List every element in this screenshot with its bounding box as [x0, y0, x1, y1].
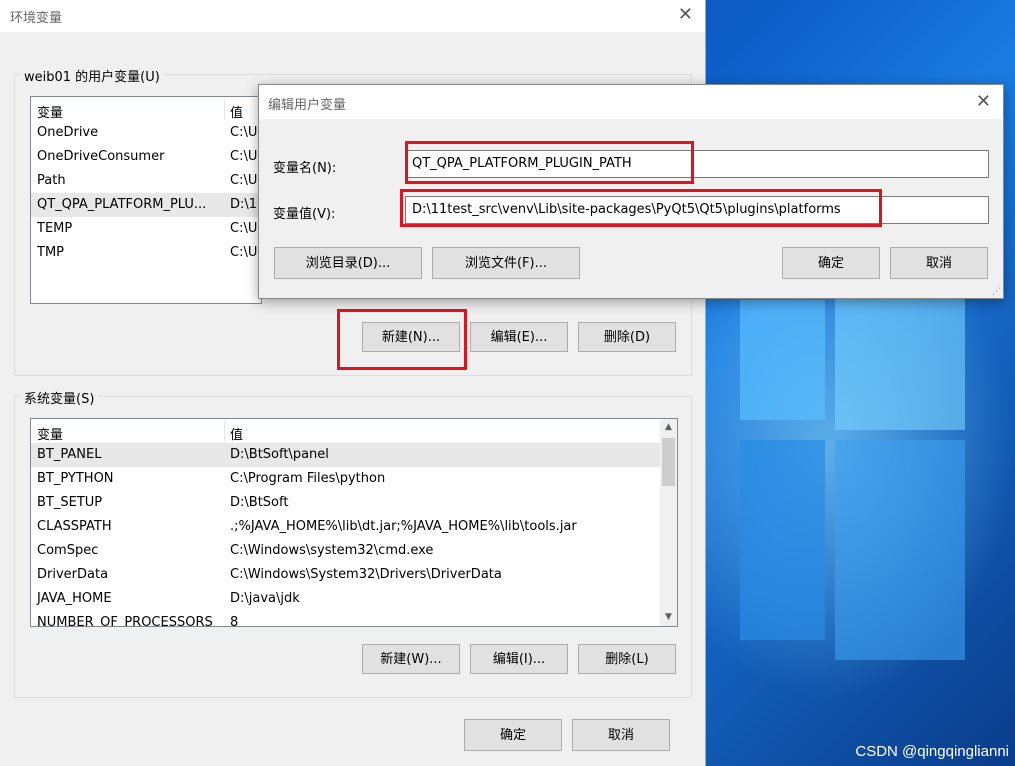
list-row[interactable]: OneDriveConsumer C:\U [31, 145, 261, 169]
variable-value: C:\U [230, 245, 258, 260]
variable-value: .;%JAVA_HOME%\lib\dt.jar;%JAVA_HOME%\lib… [230, 519, 577, 534]
ok-button[interactable]: 确定 [464, 719, 562, 751]
variable-name: OneDriveConsumer [37, 149, 165, 164]
edit-cancel-button[interactable]: 取消 [890, 247, 988, 279]
list-row-selected[interactable]: QT_QPA_PLATFORM_PLU... D:\1 [31, 193, 261, 217]
list-header: 变量 值 [31, 97, 261, 121]
variable-value: C:\U [230, 173, 258, 188]
scroll-thumb[interactable] [662, 438, 675, 486]
variable-value: C:\U [230, 125, 258, 140]
column-value-header[interactable]: 值 [230, 102, 243, 121]
list-row[interactable]: DriverData C:\Windows\System32\Drivers\Dr… [31, 563, 677, 587]
variable-value-label: 变量值(V): [273, 207, 336, 222]
close-icon[interactable]: ✕ [976, 91, 991, 112]
list-row[interactable]: Path C:\U [31, 169, 261, 193]
list-row[interactable]: CLASSPATH .;%JAVA_HOME%\lib\dt.jar;%JAVA_… [31, 515, 677, 539]
variable-value-input[interactable]: D:\11test_src\venv\Lib\site-packages\PyQ… [405, 196, 989, 224]
user-variables-label: weib01 的用户变量(U) [20, 66, 164, 85]
browse-directory-button[interactable]: 浏览目录(D)... [274, 247, 422, 279]
list-row[interactable]: JAVA_HOME D:\java\jdk [31, 587, 677, 611]
variable-value: C:\Windows\System32\Drivers\DriverData [230, 567, 502, 582]
variable-name: JAVA_HOME [37, 591, 112, 606]
list-row[interactable]: BT_PYTHON C:\Program Files\python [31, 467, 677, 491]
system-variables-label: 系统变量(S) [20, 388, 99, 407]
scroll-up-icon[interactable]: ▲ [660, 419, 677, 436]
system-variables-list[interactable]: 变量 值 BT_PANEL D:\BtSoft\panel BT_PYTHON C:… [30, 418, 678, 627]
variable-name-label: 变量名(N): [273, 161, 337, 176]
variable-value: C:\U [230, 221, 258, 236]
user-variables-list[interactable]: 变量 值 OneDrive C:\U OneDriveConsumer C:\U P… [30, 96, 262, 304]
variable-value: 8 [230, 615, 239, 627]
variable-name-input[interactable]: QT_QPA_PLATFORM_PLUGIN_PATH [405, 150, 989, 178]
list-row[interactable]: NUMBER_OF_PROCESSORS 8 [31, 611, 677, 627]
close-icon[interactable]: ✕ [678, 4, 693, 25]
list-row[interactable]: OneDrive C:\U [31, 121, 261, 145]
system-edit-button[interactable]: 编辑(I)... [470, 644, 568, 674]
scroll-down-icon[interactable]: ▼ [660, 609, 677, 626]
variable-value: D:\BtSoft\panel [230, 447, 329, 462]
variable-value: D:\1 [230, 197, 258, 212]
system-new-button[interactable]: 新建(W)... [362, 644, 460, 674]
vertical-scrollbar[interactable]: ▲ ▼ [660, 419, 677, 626]
column-name-header[interactable]: 变量 [37, 424, 63, 443]
variable-value: C:\Program Files\python [230, 471, 386, 486]
column-value-header[interactable]: 值 [230, 424, 243, 443]
variable-name: Path [37, 173, 66, 188]
user-delete-button[interactable]: 删除(D) [578, 322, 676, 352]
browse-file-button[interactable]: 浏览文件(F)... [432, 247, 580, 279]
watermark: CSDN @qingqinglianni [855, 743, 1009, 760]
system-delete-button[interactable]: 删除(L) [578, 644, 676, 674]
cancel-button[interactable]: 取消 [572, 719, 670, 751]
variable-name: ComSpec [37, 543, 99, 558]
list-row-selected[interactable]: BT_PANEL D:\BtSoft\panel [31, 443, 660, 467]
variable-value: C:\Windows\system32\cmd.exe [230, 543, 434, 558]
variable-name: TEMP [37, 221, 73, 236]
user-edit-button[interactable]: 编辑(E)... [470, 322, 568, 352]
column-name-header[interactable]: 变量 [37, 102, 63, 121]
list-header: 变量 值 [31, 419, 677, 443]
title-bar: 环境变量 ✕ [0, 0, 705, 32]
dialog-title: 环境变量 [10, 11, 63, 26]
list-row[interactable]: TMP C:\U [31, 241, 261, 265]
variable-name: BT_SETUP [37, 495, 103, 510]
variable-name: DriverData [37, 567, 109, 582]
variable-name: BT_PANEL [37, 447, 102, 462]
list-row[interactable]: BT_SETUP D:\BtSoft [31, 491, 677, 515]
variable-name: TMP [37, 245, 64, 260]
variable-name: CLASSPATH [37, 519, 112, 534]
title-bar: 编辑用户变量 ✕ [259, 85, 1003, 119]
user-new-button[interactable]: 新建(N)... [362, 322, 460, 352]
variable-name: BT_PYTHON [37, 471, 114, 486]
list-row[interactable]: TEMP C:\U [31, 217, 261, 241]
edit-user-variable-dialog: 编辑用户变量 ✕ 变量名(N): QT_QPA_PLATFORM_PLUGIN_… [258, 84, 1004, 299]
variable-name: NUMBER_OF_PROCESSORS [37, 615, 213, 627]
variable-name: QT_QPA_PLATFORM_PLU... [37, 197, 207, 212]
resize-grip-icon[interactable]: ⋰ [992, 287, 1001, 297]
variable-value: D:\java\jdk [230, 591, 300, 606]
variable-value: D:\BtSoft [230, 495, 289, 510]
edit-ok-button[interactable]: 确定 [782, 247, 880, 279]
dialog-title: 编辑用户变量 [268, 98, 347, 113]
variable-name: OneDrive [37, 125, 99, 140]
list-row[interactable]: ComSpec C:\Windows\system32\cmd.exe [31, 539, 677, 563]
variable-value: C:\U [230, 149, 258, 164]
